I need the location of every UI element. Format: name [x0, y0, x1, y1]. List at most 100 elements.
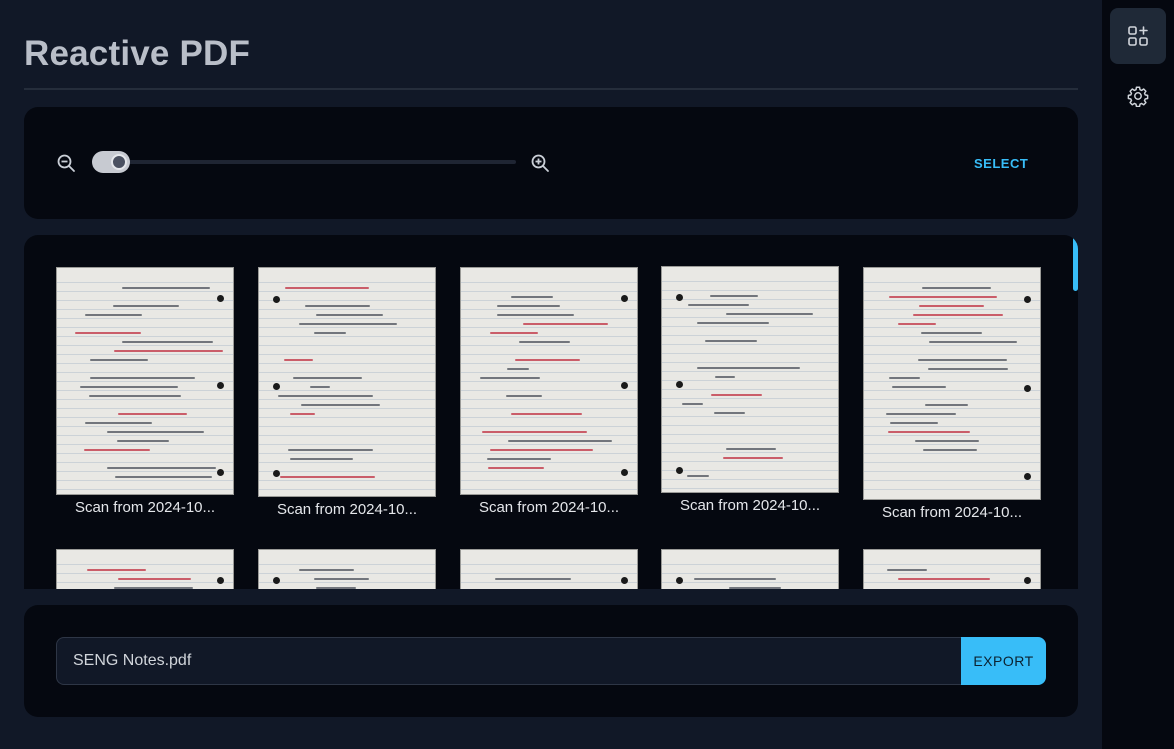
filename-input[interactable]: [56, 637, 962, 685]
ruled-line: [57, 282, 233, 283]
handwriting-stroke: [497, 305, 560, 307]
ruled-line: [662, 582, 838, 583]
handwriting-stroke: [314, 578, 369, 580]
handwriting-stroke: [90, 377, 195, 379]
scan-thumbnail[interactable]: [460, 267, 638, 495]
scan-thumbnail[interactable]: [863, 267, 1041, 500]
zoom-slider-track: [92, 160, 516, 164]
handwriting-stroke: [889, 377, 920, 379]
ruled-line: [461, 417, 637, 418]
scan-label: Scan from 2024-10...: [478, 499, 620, 516]
ruled-line: [662, 317, 838, 318]
handwriting-stroke: [113, 305, 179, 307]
ruled-line: [259, 444, 435, 445]
ruled-line: [259, 471, 435, 472]
ruled-line: [259, 309, 435, 310]
binder-hole: [273, 577, 280, 584]
binder-hole: [217, 577, 224, 584]
ruled-line: [662, 461, 838, 462]
binder-hole: [217, 295, 224, 302]
handwriting-stroke: [122, 341, 213, 343]
ruled-line: [259, 354, 435, 355]
sidebar-item-settings[interactable]: [1110, 68, 1166, 124]
scan-thumbnail[interactable]: [56, 267, 234, 495]
zoom-slider[interactable]: [92, 151, 516, 173]
ruled-line: [57, 318, 233, 319]
binder-hole: [273, 383, 280, 390]
ruled-line: [259, 417, 435, 418]
ruled-line: [662, 425, 838, 426]
zoom-in-icon[interactable]: [530, 153, 550, 173]
ruled-line: [259, 372, 435, 373]
binder-hole: [676, 381, 683, 388]
binder-hole: [1024, 296, 1031, 303]
ruled-line: [662, 564, 838, 565]
handwriting-stroke: [923, 449, 977, 451]
scan-thumbnail[interactable]: [460, 549, 638, 589]
gallery-scroll-thumb[interactable]: [1073, 235, 1078, 291]
handwriting-stroke: [284, 359, 313, 361]
ruled-line: [259, 300, 435, 301]
handwriting-stroke: [715, 376, 735, 378]
ruled-line: [57, 444, 233, 445]
ruled-line: [57, 399, 233, 400]
binder-hole: [676, 467, 683, 474]
handwriting-stroke: [694, 578, 776, 580]
ruled-line: [662, 344, 838, 345]
ruled-line: [662, 452, 838, 453]
scan-thumbnail[interactable]: [863, 549, 1041, 589]
handwriting-stroke: [913, 314, 1003, 316]
handwriting-stroke: [714, 412, 745, 414]
binder-hole: [1024, 577, 1031, 584]
ruled-line: [461, 336, 637, 337]
handwriting-stroke: [497, 314, 574, 316]
ruled-line: [57, 453, 233, 454]
gallery-scrollbar[interactable]: [1073, 235, 1078, 589]
binder-hole: [621, 382, 628, 389]
ruled-line: [662, 443, 838, 444]
ruled-line: [461, 291, 637, 292]
sidebar-item-add-pages[interactable]: [1110, 8, 1166, 64]
ruled-line: [57, 582, 233, 583]
zoom-slider-thumb[interactable]: [111, 154, 127, 170]
ruled-line: [57, 564, 233, 565]
handwriting-stroke: [511, 296, 553, 298]
handwriting-stroke: [280, 476, 375, 478]
ruled-line: [57, 480, 233, 481]
ruled-line: [57, 573, 233, 574]
ruled-line: [662, 479, 838, 480]
binder-hole: [217, 469, 224, 476]
handwriting-stroke: [299, 569, 354, 571]
ruled-line: [461, 327, 637, 328]
ruled-line: [461, 462, 637, 463]
scan-thumbnail[interactable]: [661, 266, 839, 493]
select-button[interactable]: SELECT: [974, 153, 1028, 173]
ruled-line: [864, 573, 1040, 574]
ruled-line: [259, 435, 435, 436]
handwriting-stroke: [511, 413, 582, 415]
binder-hole: [273, 470, 280, 477]
handwriting-stroke: [490, 332, 538, 334]
scan-label: Scan from 2024-10...: [276, 501, 418, 518]
ruled-line: [461, 582, 637, 583]
handwriting-stroke: [508, 440, 612, 442]
ruled-line: [57, 327, 233, 328]
scan-thumbnail[interactable]: [661, 549, 839, 589]
scan-thumbnail[interactable]: [258, 267, 436, 497]
handwriting-stroke: [118, 578, 191, 580]
gear-icon: [1127, 86, 1149, 107]
ruled-line: [864, 336, 1040, 337]
scan-thumbnail[interactable]: [258, 549, 436, 589]
ruled-line: [259, 426, 435, 427]
ruled-line: [57, 354, 233, 355]
scan-thumbnail[interactable]: [56, 549, 234, 589]
ruled-line: [662, 398, 838, 399]
handwriting-stroke: [107, 467, 216, 469]
scan-label: Scan from 2024-10...: [679, 497, 821, 514]
ruled-line: [864, 426, 1040, 427]
export-button[interactable]: EXPORT: [961, 637, 1046, 685]
ruled-line: [461, 282, 637, 283]
zoom-out-icon[interactable]: [56, 153, 76, 173]
handwriting-stroke: [890, 422, 938, 424]
ruled-line: [259, 408, 435, 409]
